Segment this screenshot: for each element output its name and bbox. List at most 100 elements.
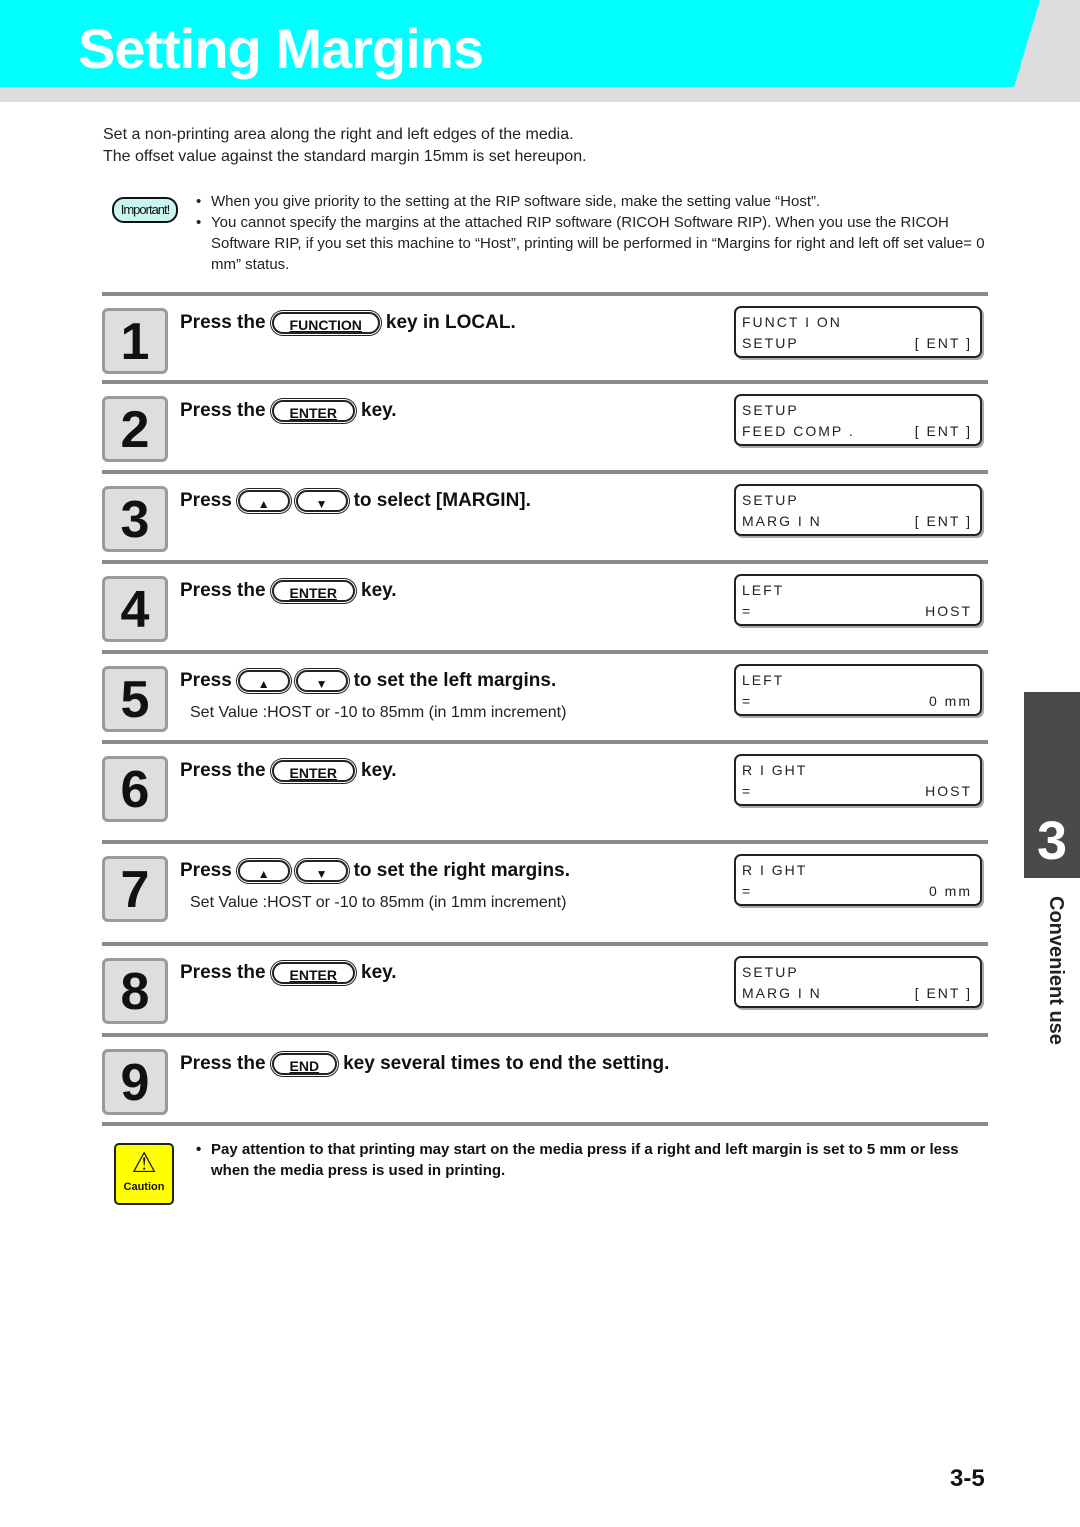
enter-key[interactable]: ENTER <box>271 760 355 782</box>
step-number: 6 <box>102 756 168 822</box>
lcd-value: [ ENT ] <box>914 513 972 529</box>
lcd-line2: = <box>742 883 753 899</box>
up-arrow-key[interactable]: ▲ <box>237 490 290 512</box>
page-title: Setting Margins <box>78 17 484 80</box>
key-label: ▼ <box>315 677 328 691</box>
instruction-prefix: Press the <box>180 1053 266 1074</box>
enter-key[interactable]: ENTER <box>271 962 355 984</box>
up-arrow-key[interactable]: ▲ <box>237 670 290 692</box>
step-number: 7 <box>102 856 168 922</box>
step-number: 9 <box>102 1049 168 1115</box>
step-instruction: Press ▲ ▼ to select [MARGIN]. <box>180 490 531 512</box>
step-instruction: Press the ENTER key. <box>180 760 397 782</box>
step: 3 Press ▲ ▼ to select [MARGIN]. SETUP MARG I… <box>102 480 988 560</box>
divider <box>102 470 988 474</box>
lcd-line1: LEFT <box>742 672 785 688</box>
important-note: When you give priority to the setting at… <box>196 191 986 212</box>
step-number: 4 <box>102 576 168 642</box>
step-instruction: Press ▲ ▼ to set the right margins. <box>180 860 570 882</box>
step: 2 Press the ENTER key. SETUP FEED COMP . [ … <box>102 390 988 470</box>
step-number: 2 <box>102 396 168 462</box>
important-note: You cannot specify the margins at the at… <box>196 212 986 275</box>
key-label: ▼ <box>315 497 328 511</box>
enter-key[interactable]: ENTER <box>271 580 355 602</box>
step-instruction: Press the END key several times to end the… <box>180 1053 669 1075</box>
instruction-suffix: key. <box>361 400 397 421</box>
lcd-line1: SETUP <box>742 402 799 418</box>
lcd-value: HOST <box>925 783 972 799</box>
lcd-display: FUNCT I ON SETUP [ ENT ] <box>734 306 982 358</box>
lcd-line1: SETUP <box>742 492 799 508</box>
intro-line: The offset value against the standard ma… <box>103 148 587 165</box>
instruction-prefix: Press <box>180 860 232 881</box>
instruction-prefix: Press the <box>180 760 266 781</box>
step-instruction: Press the ENTER key. <box>180 400 397 422</box>
step-number: 3 <box>102 486 168 552</box>
down-arrow-key[interactable]: ▼ <box>295 860 348 882</box>
divider <box>102 1122 988 1126</box>
key-label: ENTER <box>289 585 337 601</box>
key-label: ▼ <box>315 867 328 881</box>
lcd-display: LEFT = HOST <box>734 574 982 626</box>
lcd-display: SETUP MARG I N [ ENT ] <box>734 956 982 1008</box>
lcd-value: [ ENT ] <box>914 985 972 1001</box>
down-arrow-key[interactable]: ▼ <box>295 670 348 692</box>
key-label: ▲ <box>257 867 270 881</box>
instruction-suffix: key. <box>361 580 397 601</box>
lcd-value: HOST <box>925 603 972 619</box>
lcd-line2: = <box>742 603 753 619</box>
chapter-number: 3 <box>1036 811 1068 871</box>
instruction-prefix: Press the <box>180 400 266 421</box>
lcd-value: [ ENT ] <box>914 423 972 439</box>
lcd-line1: SETUP <box>742 964 799 980</box>
key-label: ENTER <box>289 765 337 781</box>
intro-text: Set a non-printing area along the right … <box>103 124 587 168</box>
chapter-tab[interactable]: 3 <box>1024 692 1080 878</box>
enter-key[interactable]: ENTER <box>271 400 355 422</box>
instruction-prefix: Press the <box>180 580 266 601</box>
step-number: 8 <box>102 958 168 1024</box>
divider <box>102 292 988 296</box>
instruction-suffix: key. <box>361 962 397 983</box>
step-instruction: Press ▲ ▼ to set the left margins. <box>180 670 556 692</box>
key-label: ENTER <box>289 405 337 421</box>
up-arrow-key[interactable]: ▲ <box>237 860 290 882</box>
instruction-prefix: Press the <box>180 962 266 983</box>
step-number: 1 <box>102 308 168 374</box>
caution-notes: Pay attention to that printing may start… <box>196 1139 986 1181</box>
lcd-line2: SETUP <box>742 335 799 351</box>
step: 9 Press the END key several times to end th… <box>102 1043 988 1123</box>
lcd-line2: FEED COMP . <box>742 423 855 439</box>
key-label: ENTER <box>289 967 337 983</box>
instruction-suffix: key several times to end the setting. <box>343 1053 670 1074</box>
instruction-prefix: Press the <box>180 312 266 333</box>
step-number: 5 <box>102 666 168 732</box>
divider <box>102 650 988 654</box>
lcd-line1: R I GHT <box>742 862 808 878</box>
lcd-line2: MARG I N <box>742 513 822 529</box>
step: 8 Press the ENTER key. SETUP MARG I N [ ENT… <box>102 952 988 1032</box>
divider <box>102 740 988 744</box>
lcd-display: R I GHT = 0 mm <box>734 854 982 906</box>
page-number: 3-5 <box>950 1465 985 1492</box>
chapter-label: Convenient use <box>1045 896 1067 1045</box>
divider <box>102 560 988 564</box>
instruction-suffix: key in LOCAL. <box>385 312 516 333</box>
end-key[interactable]: END <box>271 1053 338 1075</box>
header-banner: Setting Margins <box>0 0 1080 102</box>
instruction-prefix: Press <box>180 490 232 511</box>
important-notes: When you give priority to the setting at… <box>196 191 986 275</box>
lcd-display: SETUP FEED COMP . [ ENT ] <box>734 394 982 446</box>
step: 4 Press the ENTER key. LEFT = HOST <box>102 570 988 650</box>
lcd-line2: = <box>742 783 753 799</box>
down-arrow-key[interactable]: ▼ <box>295 490 348 512</box>
step: 6 Press the ENTER key. R I GHT = HOST <box>102 750 988 830</box>
step: 5 Press ▲ ▼ to set the left margins. Set Valu… <box>102 660 988 740</box>
function-key[interactable]: FUNCTION <box>271 312 380 334</box>
lcd-line2: MARG I N <box>742 985 822 1001</box>
warning-triangle-icon: ⚠ <box>131 1147 157 1178</box>
instruction-suffix: to select [MARGIN]. <box>353 490 531 511</box>
key-label: ▲ <box>257 497 270 511</box>
divider <box>102 942 988 946</box>
step: 7 Press ▲ ▼ to set the right margins. Set Val… <box>102 850 988 930</box>
